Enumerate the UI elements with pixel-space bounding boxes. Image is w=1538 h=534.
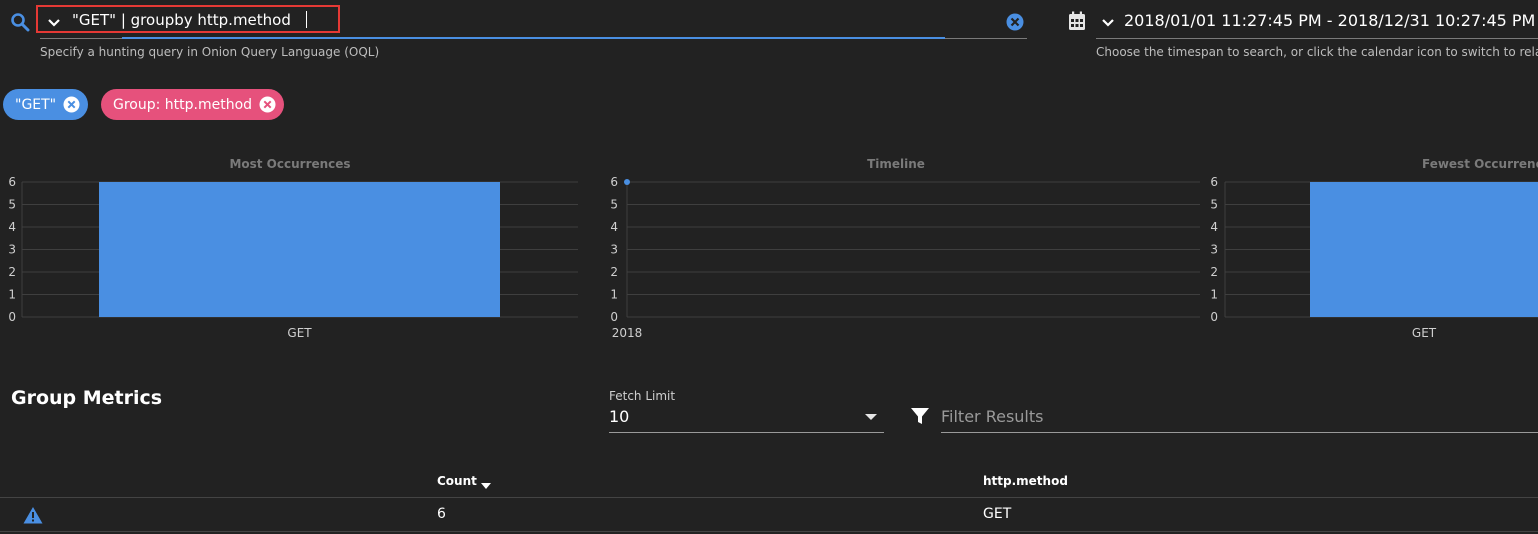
fetch-limit-underline: [609, 432, 884, 433]
bar-get: [1310, 182, 1538, 317]
y-tick-label: 0: [1210, 310, 1218, 324]
table-row-divider: [0, 531, 1538, 532]
y-tick-label: 5: [8, 198, 16, 212]
y-tick-label: 4: [8, 220, 16, 234]
x-tick-label: 2018: [612, 326, 643, 340]
close-icon[interactable]: [259, 96, 276, 113]
y-tick-label: 3: [1210, 243, 1218, 257]
chart-title-most: Most Occurrences: [229, 157, 351, 171]
chart-title-fewest: Fewest Occurrences: [1421, 157, 1538, 171]
most-occurrences-chart[interactable]: 0 1 2 3 4 5 6 GET: [0, 170, 590, 350]
filter-chip-get[interactable]: "GET": [3, 89, 88, 120]
warning-icon[interactable]: [23, 506, 43, 524]
search-input[interactable]: "GET" | groupby http.method: [72, 11, 291, 29]
daterange-chevron-down-icon[interactable]: [1100, 14, 1116, 30]
y-tick-label: 4: [610, 220, 618, 234]
search-input-focus-underline: [122, 37, 945, 39]
x-tick-label: GET: [1412, 326, 1437, 340]
chart-title-timeline: Timeline: [867, 157, 925, 171]
chevron-down-icon[interactable]: [46, 14, 62, 30]
y-tick-label: 3: [610, 243, 618, 257]
timeline-chart[interactable]: 0 1 2 3 4 5 6 2018: [600, 170, 1200, 350]
x-tick-label: GET: [287, 326, 312, 340]
column-header-http-method[interactable]: http.method: [983, 474, 1068, 488]
calendar-icon[interactable]: [1068, 11, 1086, 31]
y-tick-label: 6: [610, 175, 618, 189]
y-tick-label: 1: [1210, 288, 1218, 302]
search-hint: Specify a hunting query in Onion Query L…: [40, 45, 380, 59]
y-tick-label: 0: [8, 310, 16, 324]
filter-icon: [911, 408, 929, 424]
daterange-hint: Choose the timespan to search, or click …: [1096, 45, 1538, 59]
filter-results-input[interactable]: Filter Results: [941, 407, 1043, 426]
timeline-point: [624, 179, 630, 185]
table-cell-count: 6: [437, 506, 446, 522]
table-header-divider: [0, 497, 1538, 498]
section-title: Group Metrics: [11, 387, 163, 409]
table-cell-http-method[interactable]: GET: [983, 506, 1011, 522]
y-tick-label: 5: [610, 198, 618, 212]
dropdown-arrow-icon[interactable]: [865, 414, 877, 420]
y-tick-label: 0: [610, 310, 618, 324]
y-tick-label: 6: [8, 175, 16, 189]
y-tick-label: 2: [1210, 265, 1218, 279]
filter-chip-group[interactable]: Group: http.method: [101, 89, 284, 120]
y-tick-label: 4: [1210, 220, 1218, 234]
sort-desc-icon[interactable]: [481, 483, 491, 489]
y-tick-label: 2: [8, 265, 16, 279]
fetch-limit-label: Fetch Limit: [609, 389, 676, 403]
filter-chip-label: Group: http.method: [113, 96, 253, 113]
y-tick-label: 5: [1210, 198, 1218, 212]
y-tick-label: 3: [8, 243, 16, 257]
y-tick-label: 6: [1210, 175, 1218, 189]
hunt-page: "GET" | groupby http.method Specify a hu…: [0, 0, 1538, 534]
daterange-input[interactable]: 2018/01/01 11:27:45 PM - 2018/12/31 10:2…: [1124, 11, 1535, 30]
column-header-count[interactable]: Count: [437, 474, 477, 488]
y-tick-label: 1: [610, 288, 618, 302]
filter-chip-label: "GET": [15, 96, 57, 113]
bar-get: [99, 182, 500, 317]
fetch-limit-select[interactable]: 10: [609, 407, 629, 426]
fewest-occurrences-chart[interactable]: 0 1 2 3 4 5 6 GET: [1205, 170, 1538, 350]
close-icon[interactable]: [63, 96, 80, 113]
y-tick-label: 2: [610, 265, 618, 279]
daterange-underline: [1096, 38, 1538, 39]
y-tick-label: 1: [8, 288, 16, 302]
clear-icon[interactable]: [1006, 13, 1024, 31]
filter-results-underline: [941, 432, 1538, 433]
search-icon[interactable]: [10, 12, 30, 32]
text-cursor: [306, 11, 307, 28]
